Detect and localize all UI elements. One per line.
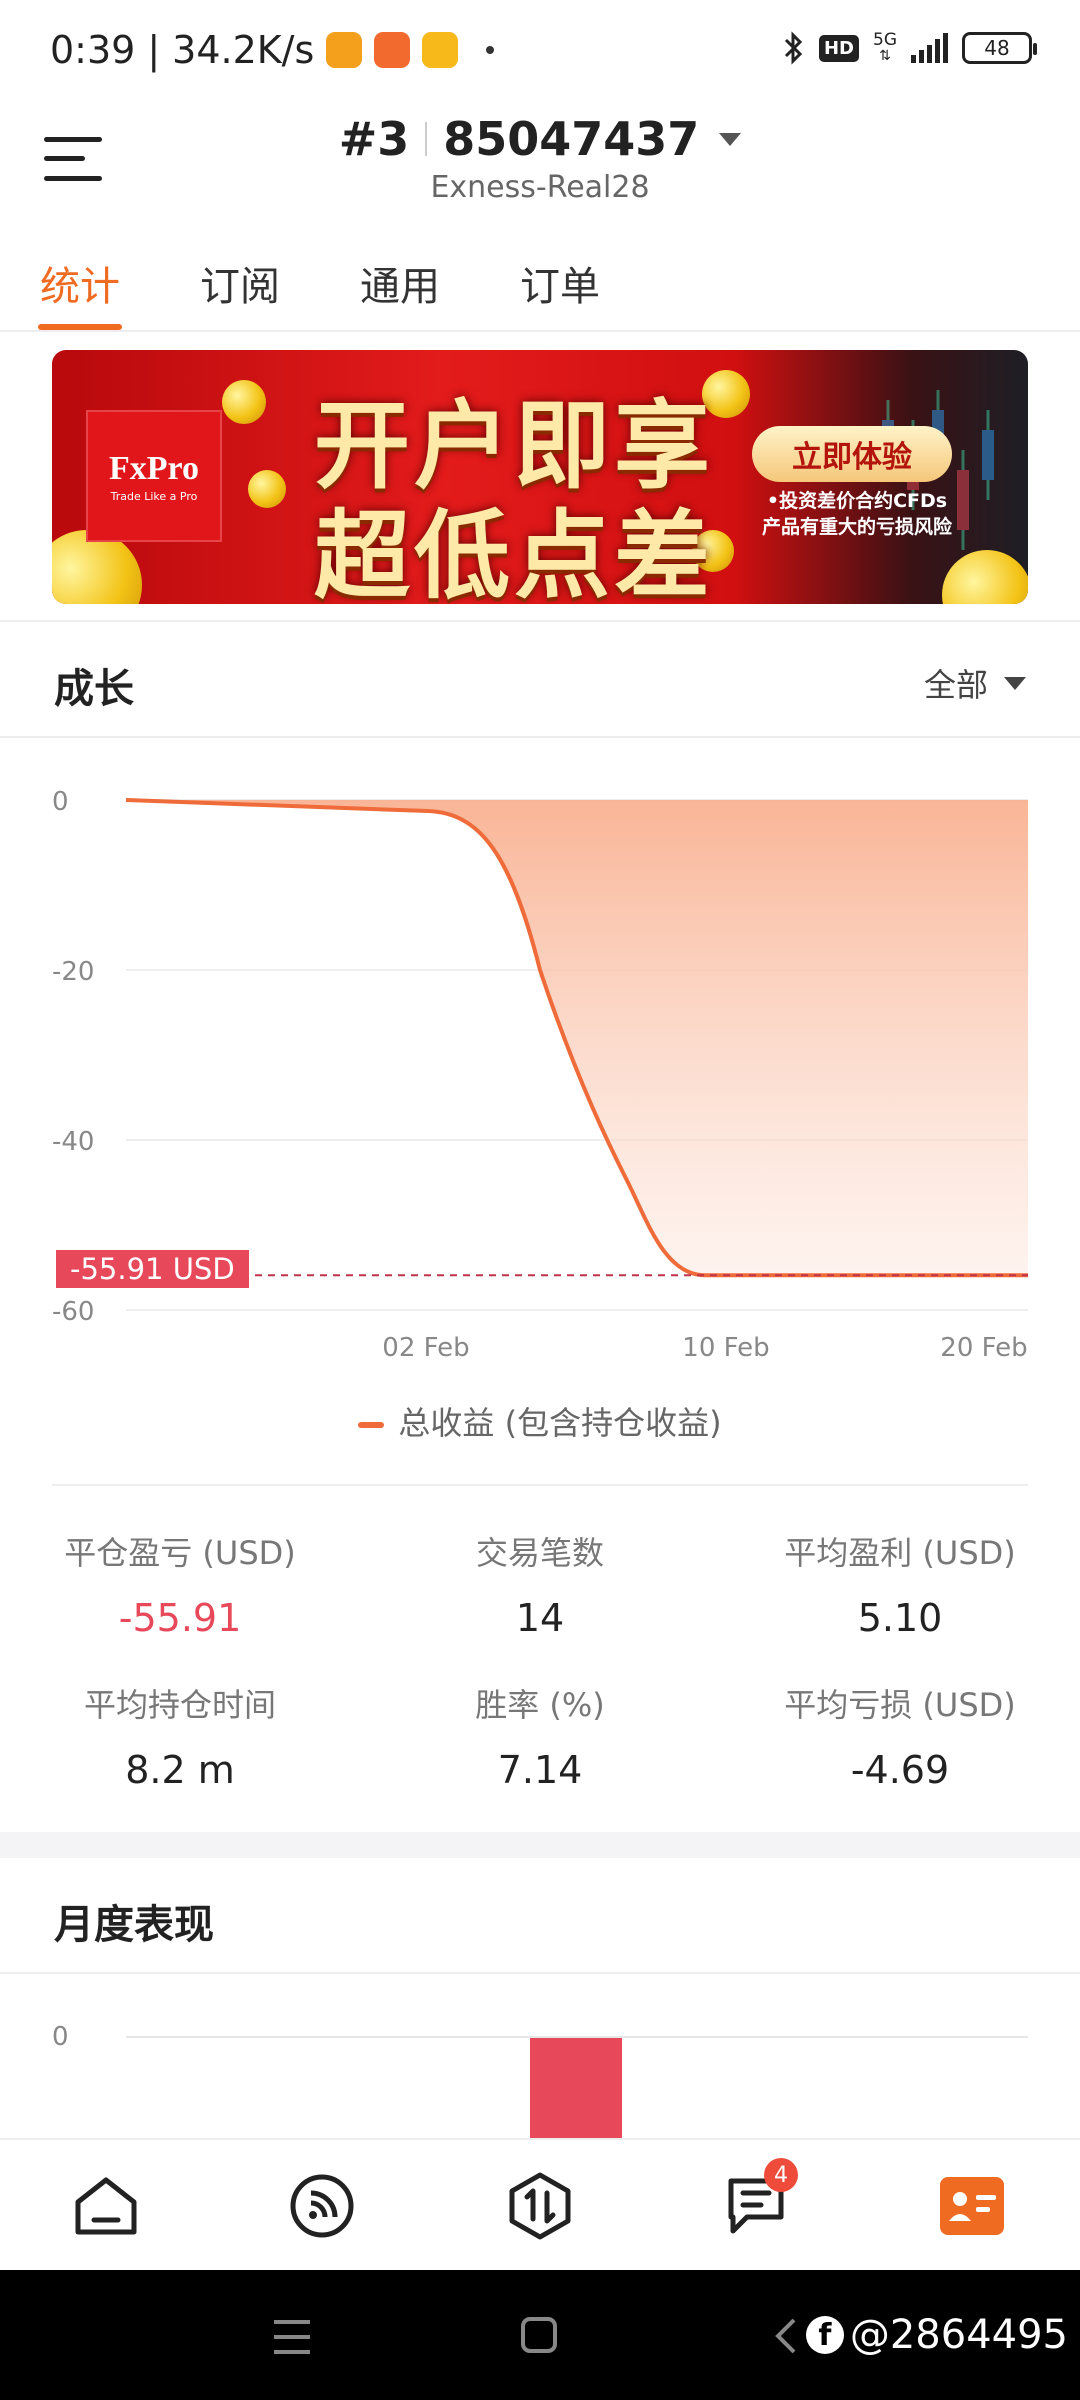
fxpro-logo: FxPro Trade Like a Pro <box>86 410 222 542</box>
status-right: HD 5G ⇅ 48 <box>783 30 1037 66</box>
y-tick-label: -20 <box>52 957 94 987</box>
x-tick-label: 20 Feb <box>940 1333 1027 1360</box>
current-value-tag: -55.91 USD <box>56 1250 249 1288</box>
tab-statistics[interactable]: 统计 <box>40 254 120 312</box>
growth-area <box>126 800 1028 1276</box>
x-tick-label: 02 Feb <box>382 1333 469 1360</box>
y-tick-label: 0 <box>52 787 69 817</box>
divider <box>0 1972 1080 1974</box>
divider <box>52 1484 1028 1486</box>
account-number: #3 <box>338 112 410 166</box>
divider <box>0 620 1080 622</box>
tab-orders[interactable]: 订单 <box>520 254 600 312</box>
status-speed: 34.2K/s <box>172 28 315 72</box>
nav-signals[interactable] <box>284 2168 360 2244</box>
nav-messages[interactable]: 4 <box>718 2158 798 2244</box>
hd-icon: HD <box>818 34 859 62</box>
tab-active-indicator <box>38 324 122 330</box>
stat-trade-count: 交易笔数 14 <box>475 1534 604 1640</box>
x-tick-label: 10 Feb <box>682 1333 769 1360</box>
server-name: Exness-Real28 <box>430 170 650 205</box>
legend-swatch <box>358 1422 385 1428</box>
coin-decoration <box>248 470 286 508</box>
monthly-y-label: 0 <box>52 2022 69 2052</box>
growth-title: 成长 <box>54 666 134 712</box>
bottom-nav: 4 <box>0 2138 1080 2270</box>
status-time: 0:39 <box>50 28 136 72</box>
banner-risk-warning: •投资差价合约CFDs 产品有重大的亏损风险 <box>761 490 952 538</box>
stat-closed-pnl: 平仓盈亏 (USD) -55.91 <box>64 1534 296 1640</box>
growth-chart: 0 -20 -40 -60 02 Feb 10 Feb 20 Feb -55.91 USD <box>0 760 1080 1360</box>
range-selector[interactable]: 全部 <box>924 660 1026 706</box>
monthly-bar <box>530 2038 622 2138</box>
network-type: 5G <box>873 30 897 50</box>
signal-icon <box>290 2174 354 2238</box>
watermark: f @2864495 <box>805 2312 1068 2358</box>
messages-badge: 4 <box>764 2158 798 2192</box>
app-notification-icon <box>326 32 363 68</box>
back-icon[interactable] <box>774 2316 798 2356</box>
status-left: 0:39 | 34.2K/s <box>50 28 495 72</box>
signal-strength-icon <box>911 33 948 63</box>
section-separator <box>0 1832 1080 1858</box>
monthly-chart: 0 <box>0 1998 1080 2138</box>
tab-bar: 统计 订阅 通用 订单 <box>0 240 1080 332</box>
banner-cta-button[interactable]: 立即体验 <box>752 426 952 482</box>
account-id: 85047437 <box>443 112 700 166</box>
profile-icon <box>940 2177 1004 2235</box>
legend-label: 总收益 (包含持仓收益) <box>398 1404 722 1442</box>
monthly-title: 月度表现 <box>54 1902 214 1948</box>
stat-avg-hold-time: 平均持仓时间 8.2 m <box>83 1686 276 1792</box>
nav-profile[interactable] <box>934 2168 1010 2244</box>
account-selector[interactable]: #3 85047437 Exness-Real28 <box>0 112 1080 205</box>
tab-subscribe[interactable]: 订阅 <box>200 254 280 312</box>
system-nav-bar: f @2864495 <box>0 2270 1080 2400</box>
facebook-icon: f <box>805 2316 844 2354</box>
bluetooth-icon <box>784 31 803 65</box>
app-notification-icon <box>374 32 411 68</box>
nav-trade[interactable] <box>502 2168 578 2244</box>
promo-banner[interactable]: FxPro Trade Like a Pro 开户即享 超低点差 立即体验 •投… <box>52 350 1028 604</box>
home-icon <box>75 2177 137 2235</box>
divider <box>0 736 1080 738</box>
status-bar: 0:39 | 34.2K/s HD 5G ⇅ 48 <box>0 0 1080 100</box>
stat-win-rate: 胜率 (%) 7.14 <box>475 1686 605 1792</box>
stat-avg-profit: 平均盈利 (USD) 5.10 <box>784 1534 1016 1640</box>
chart-legend: 总收益 (包含持仓收益) <box>0 1398 1080 1444</box>
banner-headline-2: 超低点差 <box>314 500 714 604</box>
battery-icon: 48 <box>962 32 1037 64</box>
nav-home[interactable] <box>68 2168 144 2244</box>
more-notifications-dot <box>486 46 495 54</box>
trade-icon <box>509 2172 571 2240</box>
caret-down-icon <box>719 132 742 146</box>
home-nav-icon[interactable] <box>520 2316 558 2354</box>
coin-decoration <box>222 380 266 424</box>
tab-general[interactable]: 通用 <box>360 254 440 312</box>
recent-apps-icon[interactable] <box>272 2318 312 2356</box>
y-tick-label: -40 <box>52 1127 94 1157</box>
stat-avg-loss: 平均亏损 (USD) -4.69 <box>784 1686 1016 1792</box>
caret-down-icon <box>1004 676 1026 690</box>
y-tick-label: -60 <box>52 1297 94 1327</box>
app-notification-icon <box>422 32 459 68</box>
app-header: #3 85047437 Exness-Real28 <box>0 100 1080 218</box>
